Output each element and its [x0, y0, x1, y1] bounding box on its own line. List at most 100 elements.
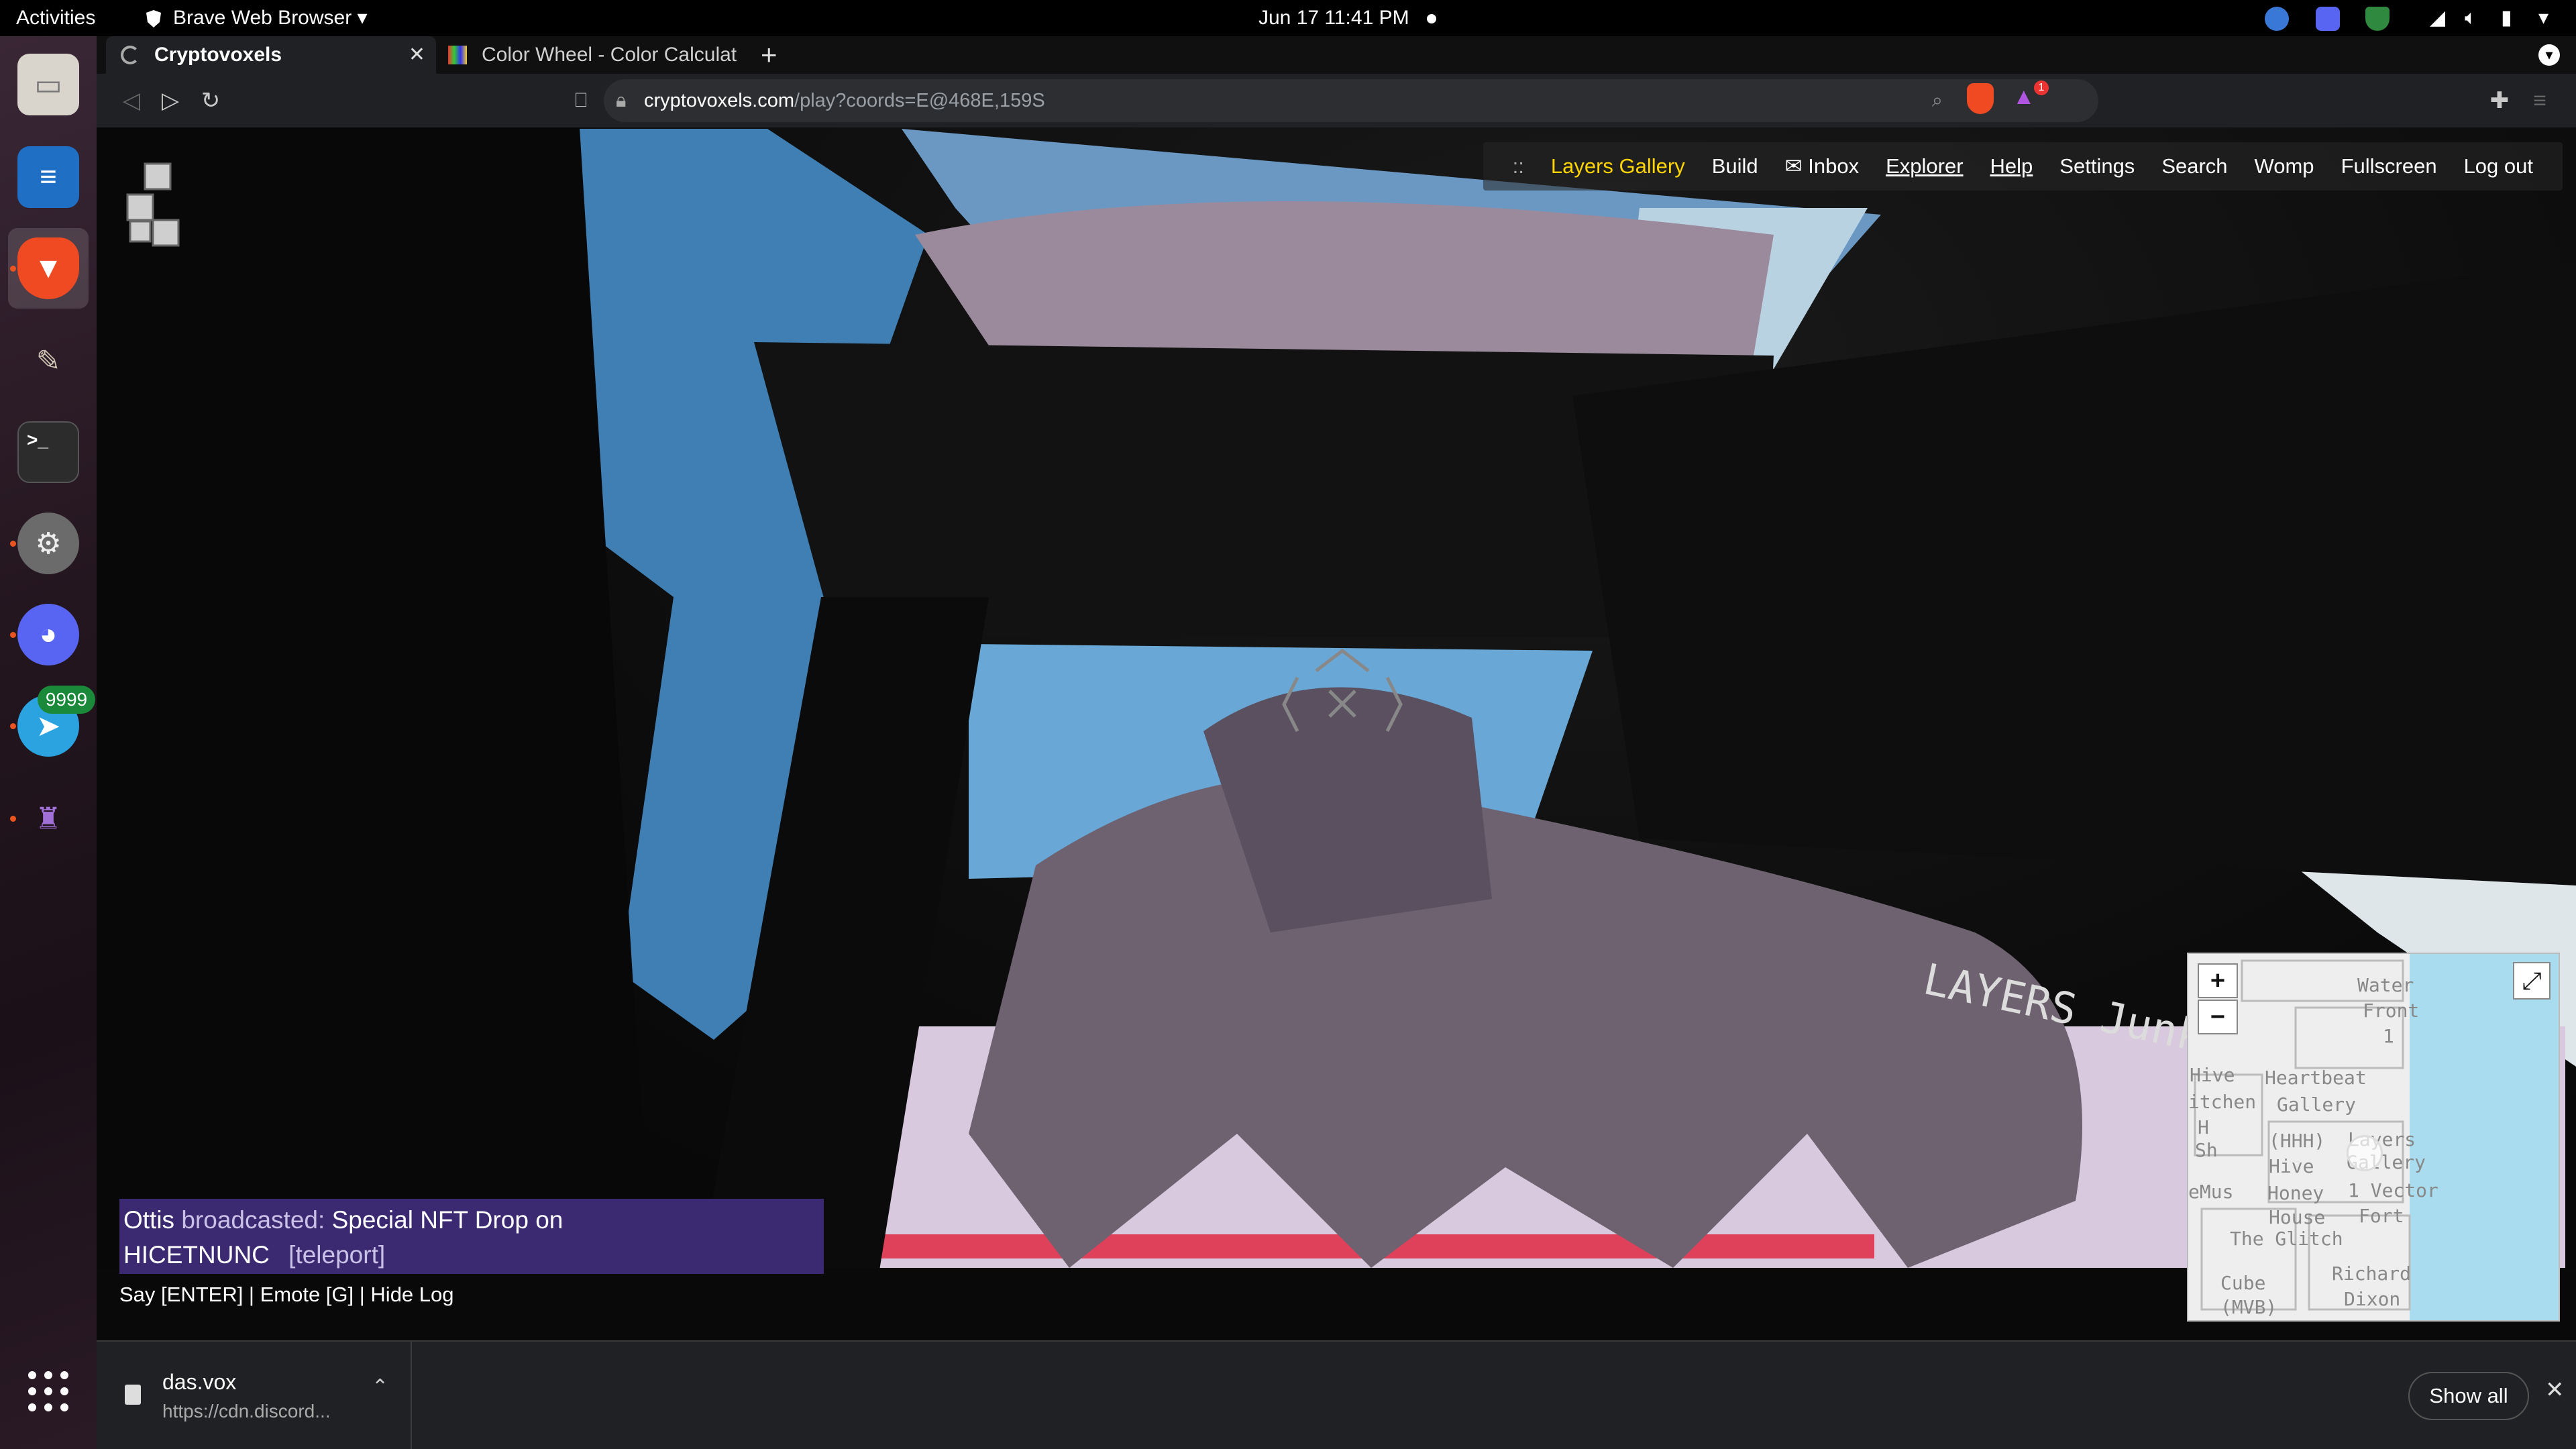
battery-icon[interactable]: ▮ [2501, 5, 2512, 31]
volume-icon[interactable]: 🔈︎ [2465, 5, 2477, 31]
player-location-icon [2347, 1135, 2383, 1171]
shield-tray-icon[interactable] [2365, 7, 2390, 31]
map-label: Hive [2269, 1155, 2314, 1177]
game-viewport[interactable]: LAYERS Junkyard :: Layers Gallery Build … [97, 127, 2576, 1340]
broadcast-author[interactable]: Ottis [123, 1206, 174, 1234]
zoom-icon[interactable]: ⌕ [1932, 79, 1943, 122]
url-path: /play?coords=E@468E,159S [794, 90, 1045, 111]
download-item[interactable]: das.vox https://cdn.discord... ⌃ [97, 1342, 412, 1449]
menu-search[interactable]: Search [2161, 154, 2227, 178]
tab-title: Color Wheel - Color Calculato [482, 44, 737, 66]
map-label: Sh [2195, 1139, 2218, 1161]
map-label: 1 [2383, 1025, 2394, 1047]
dock-files[interactable]: ▭ [8, 44, 89, 125]
menu-explorer[interactable]: Explorer [1886, 154, 1963, 178]
bookmark-icon[interactable]: ⎕ [566, 86, 596, 115]
menu-icon[interactable]: ≡ [2525, 86, 2555, 115]
map-label: Hive [2190, 1064, 2235, 1086]
discord-tray-icon[interactable] [2316, 7, 2340, 31]
system-top-bar: Activities Brave Web Browser ▾ Jun 17 11… [0, 0, 2576, 36]
back-icon[interactable]: ◁ [117, 86, 146, 115]
close-tab-icon[interactable]: ✕ [409, 36, 425, 74]
dock-writer[interactable]: ≡ [8, 137, 89, 217]
chat-controls[interactable]: Say [ENTER] | Emote [G] | Hide Log [119, 1283, 454, 1307]
gimp-icon: ✎ [36, 344, 61, 378]
tab-color-wheel[interactable]: Color Wheel - Color Calculato [432, 36, 747, 74]
url-bar[interactable]: 🔒︎ cryptovoxels.com/play?coords=E@468E,1… [604, 79, 2098, 122]
menu-fullscreen[interactable]: Fullscreen [2341, 154, 2437, 178]
menu-inbox[interactable]: ✉ Inbox [1785, 154, 1859, 178]
zoom-out-button[interactable]: − [2198, 1000, 2238, 1034]
map-label: House [2269, 1206, 2326, 1228]
dock-pixel-app[interactable]: ♜ [8, 778, 89, 859]
settings-icon: ⚙ [17, 513, 79, 574]
download-file-source: https://cdn.discord... [162, 1401, 331, 1421]
chromium-tray-icon[interactable] [2265, 7, 2289, 31]
file-icon [125, 1385, 141, 1405]
unread-badge: 9999 [38, 686, 95, 714]
close-shelf-icon[interactable]: ✕ [2545, 1377, 2565, 1403]
running-indicator [10, 632, 16, 638]
lock-icon: 🔒︎ [616, 90, 627, 111]
minimap[interactable]: + − ⤢ Water Front 1 Hive Heartbeat itche… [2187, 953, 2560, 1322]
brave-shields-icon[interactable] [1967, 83, 1994, 114]
menu-settings[interactable]: Settings [2059, 154, 2135, 178]
map-label: eMus [2188, 1181, 2234, 1203]
map-label: Heartbeat [2265, 1067, 2367, 1089]
app-icon: ♜ [35, 802, 62, 835]
extensions-icon[interactable]: ✚ [2485, 86, 2514, 115]
tab-cryptovoxels[interactable]: Cryptovoxels ✕ [106, 36, 436, 74]
menu-layers-gallery[interactable]: Layers Gallery [1551, 154, 1685, 178]
running-indicator [10, 541, 16, 547]
dock-discord[interactable]: ◕ [8, 594, 89, 675]
discord-icon: ◕ [17, 604, 79, 665]
zoom-in-button[interactable]: + [2198, 963, 2238, 998]
broadcast-verb: broadcasted: [181, 1206, 325, 1234]
dark-wall-left [97, 127, 647, 1340]
dock-brave[interactable]: ▼ [8, 228, 89, 309]
show-apps-button[interactable] [8, 1351, 89, 1432]
menu-log-out[interactable]: Log out [2464, 154, 2533, 178]
map-label: (MVB) [2220, 1296, 2277, 1318]
url-text: cryptovoxels.com/play?coords=E@468E,159S [644, 79, 1045, 122]
minimap-expand-icon[interactable]: ⤢ [2513, 962, 2551, 1000]
menu-drag-handle[interactable]: :: [1513, 154, 1524, 178]
game-menu: :: Layers Gallery Build ✉ Inbox Explorer… [1483, 142, 2563, 191]
dock-gimp[interactable]: ✎ [8, 321, 89, 401]
show-apps-icon [28, 1371, 68, 1411]
cryptovoxels-favicon-icon [121, 46, 140, 64]
dock-telegram[interactable]: ➤ 9999 [8, 686, 95, 766]
map-label: Water [2357, 974, 2414, 996]
tab-search-icon[interactable]: ▾ [2538, 44, 2560, 66]
dock-terminal[interactable]: >_ [8, 412, 89, 492]
terminal-icon: >_ [17, 421, 79, 483]
map-label: Fort [2359, 1205, 2404, 1227]
map-label: Gallery [2277, 1093, 2357, 1116]
chevron-up-icon[interactable]: ⌃ [372, 1375, 388, 1399]
tab-title: Cryptovoxels [154, 44, 282, 66]
notification-dot-icon [1426, 14, 1436, 24]
download-shelf: das.vox https://cdn.discord... ⌃ Show al… [97, 1340, 2576, 1449]
app-menu[interactable]: Brave Web Browser ▾ [173, 5, 368, 31]
map-label: 1 Vector [2348, 1179, 2438, 1201]
clock[interactable]: Jun 17 11:41 PM [1258, 5, 1436, 31]
broadcast-text-line2: HICETNUNC [123, 1241, 270, 1269]
tab-strip: Cryptovoxels ✕ Color Wheel - Color Calcu… [97, 36, 2576, 74]
brave-lion-icon [144, 5, 164, 31]
dock-settings[interactable]: ⚙ [8, 503, 89, 584]
forward-icon[interactable]: ▷ [156, 86, 185, 115]
dock: ▭ ≡ ▼ ✎ >_ ⚙ ◕ ➤ 9999 ♜ [0, 36, 97, 1449]
menu-build[interactable]: Build [1712, 154, 1758, 178]
new-tab-icon[interactable]: + [761, 36, 777, 74]
download-file-name: das.vox [162, 1370, 237, 1394]
color-wheel-favicon-icon [448, 46, 467, 64]
menu-help[interactable]: Help [1990, 154, 2033, 178]
toolbar: ◁ ▷ ↻ ⎕ 🔒︎ cryptovoxels.com/play?coords=… [97, 74, 2576, 127]
activities-button[interactable]: Activities [16, 5, 95, 31]
show-all-button[interactable]: Show all [2408, 1372, 2529, 1420]
menu-womp[interactable]: Womp [2255, 154, 2314, 178]
teleport-link[interactable]: [teleport] [288, 1241, 385, 1269]
system-menu-chevron-icon[interactable]: ▾ [2538, 5, 2548, 31]
wifi-icon[interactable]: ◢ [2430, 5, 2445, 31]
reload-icon[interactable]: ↻ [196, 86, 225, 115]
